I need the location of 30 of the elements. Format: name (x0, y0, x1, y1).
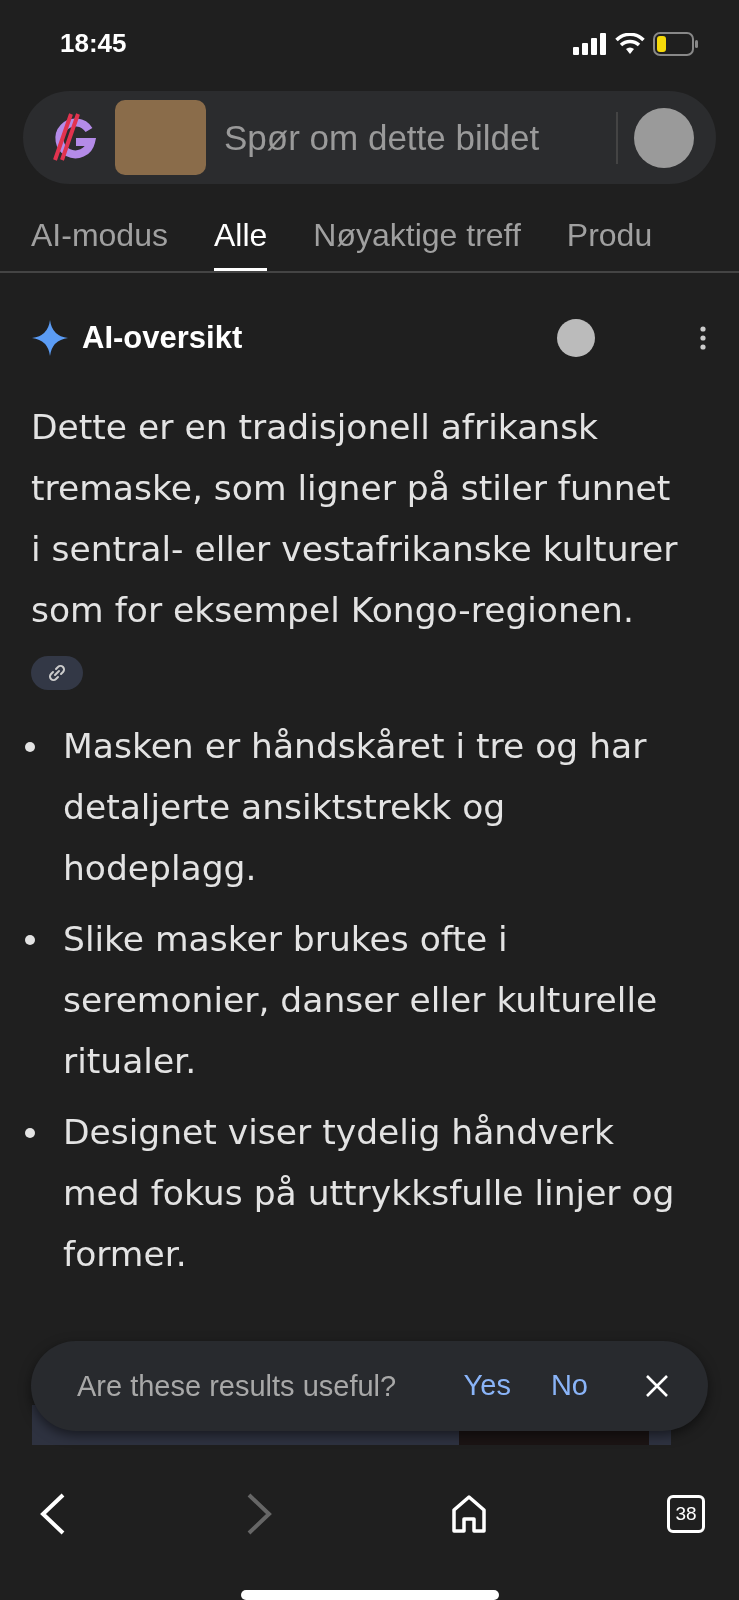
status-time: 18:45 (60, 28, 127, 60)
signal-icon (573, 32, 607, 55)
bullet-text: Designet viser tydelig håndverk med fokus på uttrykksfulle linjer og former. (63, 1110, 676, 1276)
tab[interactable]: Nøyaktige treff (313, 217, 521, 271)
bullet-text: Slike masker brukes ofte i seremonier, danser eller kulturelle ritualer. (63, 917, 659, 1083)
tab-count-button[interactable]: 38 (666, 1495, 705, 1534)
tab[interactable]: AI-modus (31, 217, 168, 271)
link-chip[interactable] (31, 656, 83, 691)
tab[interactable]: Alle (213, 217, 268, 271)
forward-icon[interactable] (245, 1493, 272, 1536)
search-bar[interactable]: Spør om dette bildet (23, 90, 716, 185)
bullet-dot-icon (25, 934, 35, 945)
bullet-text: Masken er håndskåret i tre og har detaljerte ansiktstrekk og hodeplagg. (63, 724, 648, 890)
close-icon[interactable] (644, 1372, 670, 1399)
no-button[interactable]: No (550, 1369, 588, 1403)
yes-button[interactable]: Yes (463, 1369, 511, 1403)
summary-text: Dette er en tradisjonell afrikansk tremaske, som ligner på stiler funnet i sentral- eller vestafrikanske kulturer som for eksempel Kongo-regionen. (31, 406, 678, 630)
source-avatar[interactable] (557, 318, 595, 357)
home-icon[interactable] (451, 1495, 488, 1534)
tab[interactable]: Produ (566, 217, 653, 271)
bullet-dot-icon (25, 741, 35, 752)
bullet-dot-icon (25, 1127, 35, 1138)
ai-overview-title: AI-oversikt (82, 319, 244, 356)
battery-icon (653, 31, 699, 56)
wifi-icon (615, 32, 645, 55)
back-icon[interactable] (40, 1493, 66, 1536)
search-field[interactable]: Spør om dette bildet (222, 116, 600, 159)
feedback-question: Are these results useful? (77, 1368, 398, 1404)
link-icon (48, 664, 66, 683)
more-icon[interactable] (699, 325, 707, 350)
